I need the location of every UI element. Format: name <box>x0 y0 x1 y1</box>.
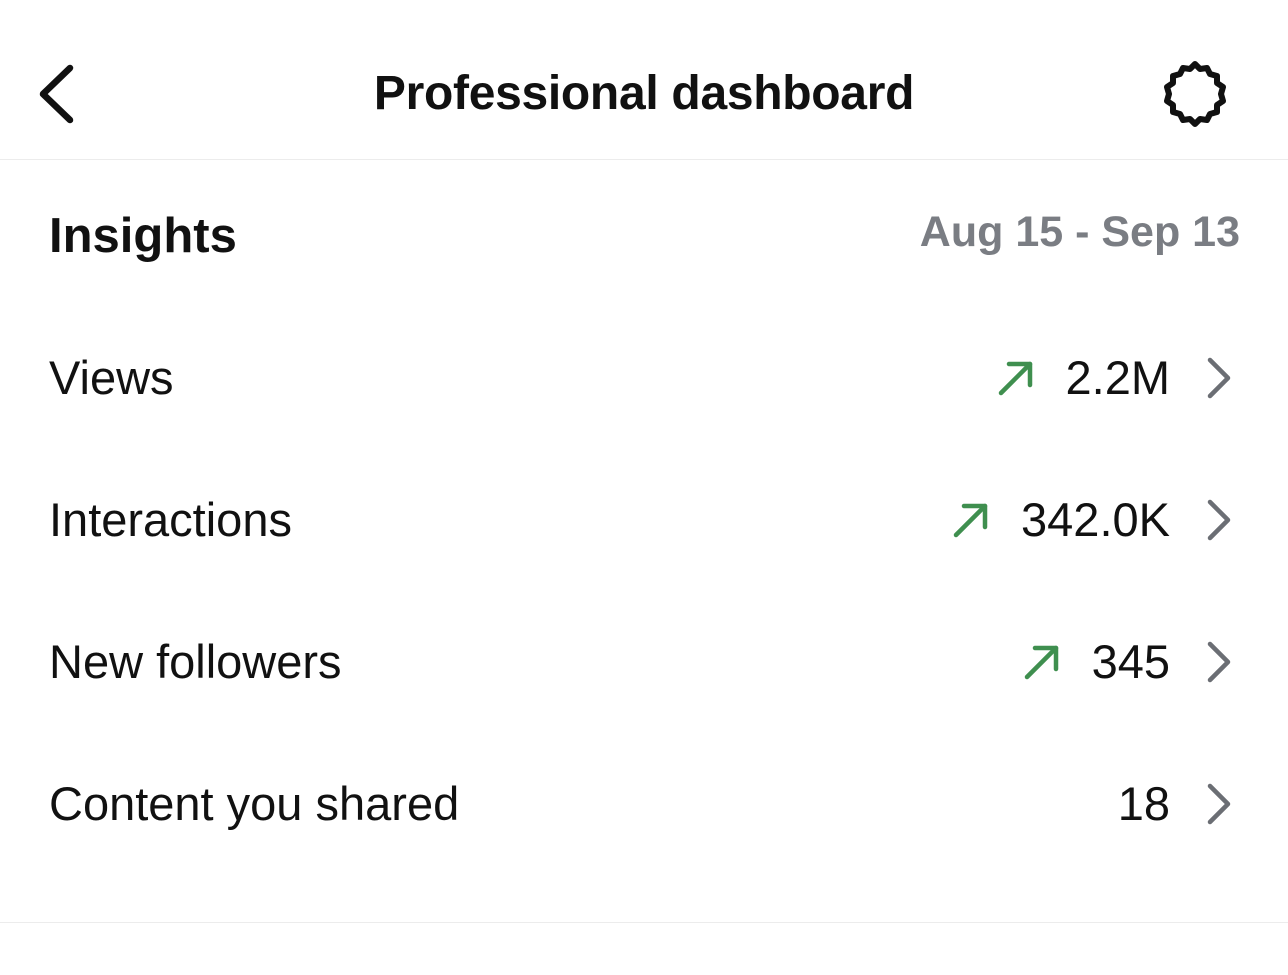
metric-value: 18 <box>1117 777 1170 830</box>
gear-icon <box>1164 61 1226 127</box>
chevron-right-icon <box>1207 783 1231 825</box>
settings-button[interactable] <box>1155 58 1235 130</box>
trend-up-arrow-icon <box>998 361 1032 396</box>
metric-value: 345 <box>1091 635 1170 688</box>
metric-value: 2.2M <box>1065 351 1171 404</box>
metric-row-new-followers[interactable]: New followers 345 <box>0 608 1288 718</box>
trend-up-arrow-icon <box>1024 645 1058 680</box>
metric-label: Interactions <box>49 493 292 546</box>
metric-row-views[interactable]: Views 2.2M <box>0 324 1288 434</box>
top-bar: Professional dashboard <box>0 0 1288 160</box>
trend-up-arrow-icon <box>953 503 988 538</box>
metric-row-content-shared[interactable]: Content you shared 18 <box>0 750 1288 860</box>
date-range[interactable]: Aug 15 - Sep 13 <box>920 206 1240 258</box>
section-divider <box>0 922 1288 923</box>
chevron-right-icon <box>1207 499 1231 541</box>
metric-row-interactions[interactable]: Interactions 342.0K <box>0 466 1288 576</box>
metric-label: Content you shared <box>49 777 460 830</box>
metric-value: 342.0K <box>1021 493 1170 546</box>
page-title: Professional dashboard <box>373 67 915 120</box>
chevron-right-icon <box>1207 641 1231 683</box>
insights-header: Insights Aug 15 - Sep 13 <box>0 200 1288 272</box>
section-title: Insights <box>49 209 237 263</box>
chevron-right-icon <box>1207 357 1231 399</box>
metric-label: Views <box>49 351 174 404</box>
metric-label: New followers <box>49 635 342 688</box>
